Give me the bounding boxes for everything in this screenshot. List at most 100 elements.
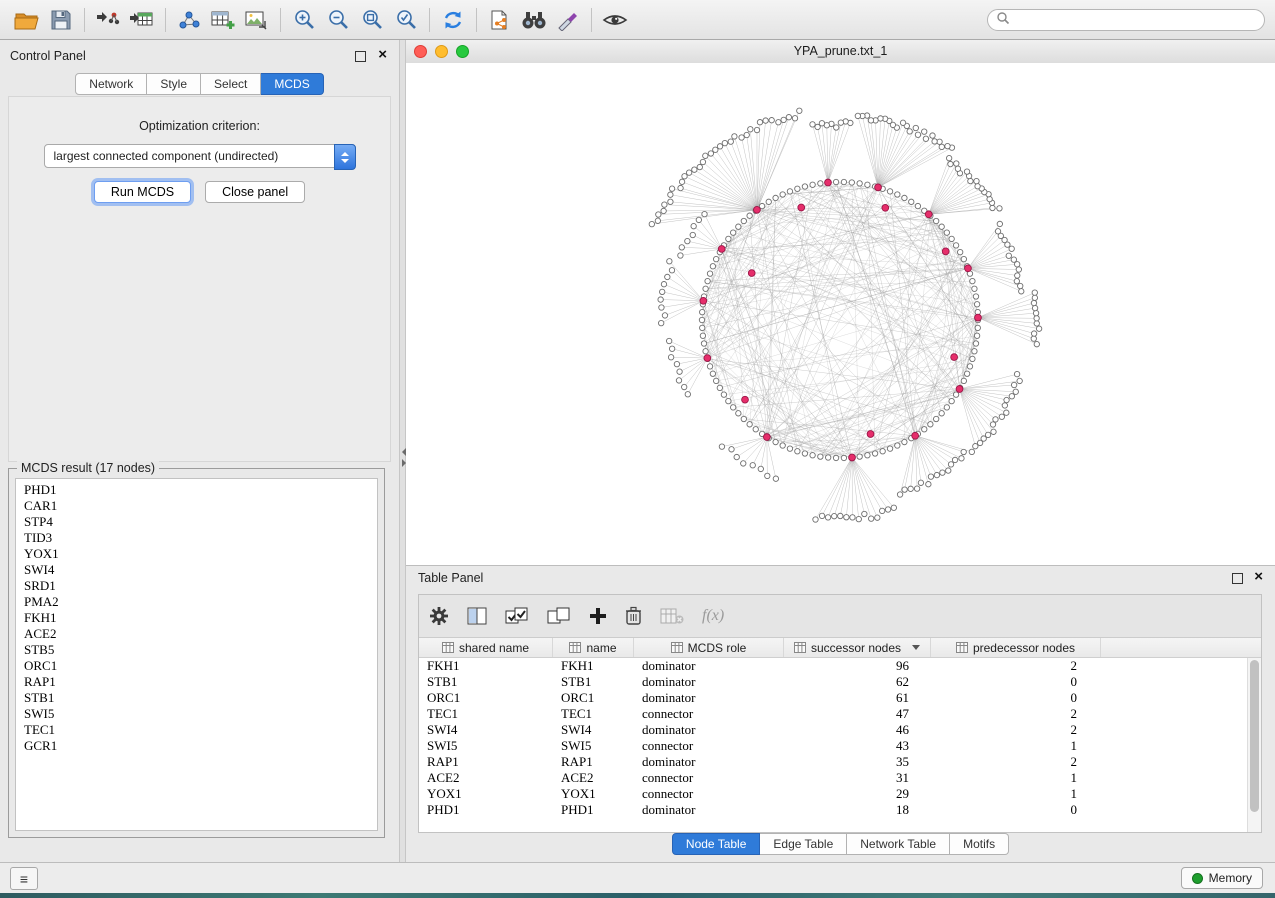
mcds-result-item[interactable]: STB5: [16, 642, 377, 658]
show-columns-icon[interactable]: [467, 607, 487, 625]
table-cell: 1: [931, 770, 1101, 786]
tab-network[interactable]: Network: [75, 73, 147, 95]
table-row[interactable]: TEC1TEC1connector472: [419, 706, 1261, 722]
table-row[interactable]: RAP1RAP1dominator352: [419, 754, 1261, 770]
tab-edge-table[interactable]: Edge Table: [760, 833, 847, 855]
table-vertical-scrollbar[interactable]: [1247, 658, 1261, 832]
table-cell: 35: [784, 754, 931, 770]
mcds-result-item[interactable]: RAP1: [16, 674, 377, 690]
mcds-result-item[interactable]: PMA2: [16, 594, 377, 610]
select-stepper-icon[interactable]: [334, 144, 356, 170]
import-table-icon[interactable]: [125, 5, 159, 35]
tab-motifs[interactable]: Motifs: [950, 833, 1009, 855]
status-menu-button[interactable]: ≡: [10, 867, 38, 890]
open-folder-icon[interactable]: [10, 5, 44, 35]
select-all-columns-icon[interactable]: [505, 607, 529, 625]
search-network-icon[interactable]: [517, 5, 551, 35]
table-cell: 0: [931, 690, 1101, 706]
mcds-result-item[interactable]: CAR1: [16, 498, 377, 514]
zoom-out-icon[interactable]: [321, 5, 355, 35]
status-bar: ≡ Memory: [0, 862, 1275, 893]
save-icon[interactable]: [44, 5, 78, 35]
search-field: [987, 9, 1265, 31]
column-header-shared-name[interactable]: shared name: [419, 638, 553, 657]
table-row[interactable]: SWI4SWI4dominator462: [419, 722, 1261, 738]
mcds-result-item[interactable]: STP4: [16, 514, 377, 530]
table-row[interactable]: STB1STB1dominator620: [419, 674, 1261, 690]
zoom-fit-icon[interactable]: [355, 5, 389, 35]
tab-network-table[interactable]: Network Table: [847, 833, 950, 855]
mcds-result-list[interactable]: PHD1CAR1STP4TID3YOX1SWI4SRD1PMA2FKH1ACE2…: [15, 478, 378, 831]
tab-select[interactable]: Select: [201, 73, 261, 95]
share-document-icon[interactable]: [483, 5, 517, 35]
mcds-result-item[interactable]: ORC1: [16, 658, 377, 674]
zoom-in-icon[interactable]: [287, 5, 321, 35]
deselect-all-columns-icon[interactable]: [547, 607, 571, 625]
annotation-icon[interactable]: [551, 5, 585, 35]
mcds-result-item[interactable]: TID3: [16, 530, 377, 546]
panel-splitter[interactable]: [399, 40, 406, 862]
mcds-result-item[interactable]: YOX1: [16, 546, 377, 562]
network-canvas[interactable]: [406, 63, 1275, 565]
table-settings-gear-icon[interactable]: [429, 606, 449, 626]
refresh-layout-icon[interactable]: [436, 5, 470, 35]
mcds-result-item[interactable]: SWI4: [16, 562, 377, 578]
table-cell: 61: [784, 690, 931, 706]
new-table-icon[interactable]: [206, 5, 240, 35]
eye-icon[interactable]: [598, 5, 632, 35]
criterion-select[interactable]: largest connected component (undirected): [44, 144, 356, 168]
table-cell: SWI4: [419, 722, 553, 738]
zoom-selected-icon[interactable]: [389, 5, 423, 35]
mcds-result-item[interactable]: SWI5: [16, 706, 377, 722]
float-table-panel-icon[interactable]: [1232, 573, 1243, 584]
minimize-window-icon[interactable]: [435, 45, 448, 58]
tab-style[interactable]: Style: [147, 73, 201, 95]
import-network-icon[interactable]: [91, 5, 125, 35]
mcds-result-item[interactable]: FKH1: [16, 610, 377, 626]
table-cell: PHD1: [419, 802, 553, 818]
memory-button[interactable]: Memory: [1181, 867, 1263, 889]
table-cell: 0: [931, 674, 1101, 690]
maximize-window-icon[interactable]: [456, 45, 469, 58]
search-input[interactable]: [1015, 12, 1256, 28]
tab-mcds[interactable]: MCDS: [261, 73, 323, 95]
tab-node-table[interactable]: Node Table: [672, 833, 761, 855]
network-icon[interactable]: [172, 5, 206, 35]
export-image-icon[interactable]: [240, 5, 274, 35]
mcds-result-item[interactable]: PHD1: [16, 482, 377, 498]
column-header-name[interactable]: name: [553, 638, 634, 657]
column-grid-icon: [956, 642, 968, 653]
table-row[interactable]: ORC1ORC1dominator610: [419, 690, 1261, 706]
add-column-icon[interactable]: [589, 607, 607, 625]
mcds-result-item[interactable]: GCR1: [16, 738, 377, 754]
table-cell: RAP1: [553, 754, 634, 770]
table-row[interactable]: ACE2ACE2connector311: [419, 770, 1261, 786]
column-header-successor-nodes[interactable]: successor nodes: [784, 638, 931, 657]
table-cell: ORC1: [419, 690, 553, 706]
close-window-icon[interactable]: [414, 45, 427, 58]
mcds-result-item[interactable]: STB1: [16, 690, 377, 706]
table-cell: connector: [634, 786, 784, 802]
table-row[interactable]: YOX1YOX1connector291: [419, 786, 1261, 802]
mcds-result-item[interactable]: ACE2: [16, 626, 377, 642]
float-window-icon[interactable]: [355, 51, 366, 62]
column-header-mcds-role[interactable]: MCDS role: [634, 638, 784, 657]
table-row[interactable]: SWI5SWI5connector431: [419, 738, 1261, 754]
column-grid-icon: [442, 642, 454, 653]
table-row[interactable]: PHD1PHD1dominator180: [419, 802, 1261, 818]
mcds-result-item[interactable]: TEC1: [16, 722, 377, 738]
window-traffic-lights: [414, 45, 469, 58]
delete-column-trash-icon[interactable]: [625, 606, 642, 626]
close-panel-icon[interactable]: ×: [378, 49, 387, 61]
table-row[interactable]: FKH1FKH1dominator962: [419, 658, 1261, 674]
column-header-predecessor-nodes[interactable]: predecessor nodes: [931, 638, 1101, 657]
table-cell: SWI5: [553, 738, 634, 754]
close-table-panel-icon[interactable]: ×: [1254, 571, 1263, 583]
run-mcds-button[interactable]: Run MCDS: [94, 181, 191, 203]
mcds-result-item[interactable]: SRD1: [16, 578, 377, 594]
close-panel-button[interactable]: Close panel: [205, 181, 305, 203]
network-window-titlebar[interactable]: YPA_prune.txt_1: [406, 40, 1275, 64]
toolbar-separator: [476, 8, 477, 32]
sort-chevron-down-icon[interactable]: [912, 645, 920, 650]
scrollbar-thumb[interactable]: [1250, 660, 1259, 812]
